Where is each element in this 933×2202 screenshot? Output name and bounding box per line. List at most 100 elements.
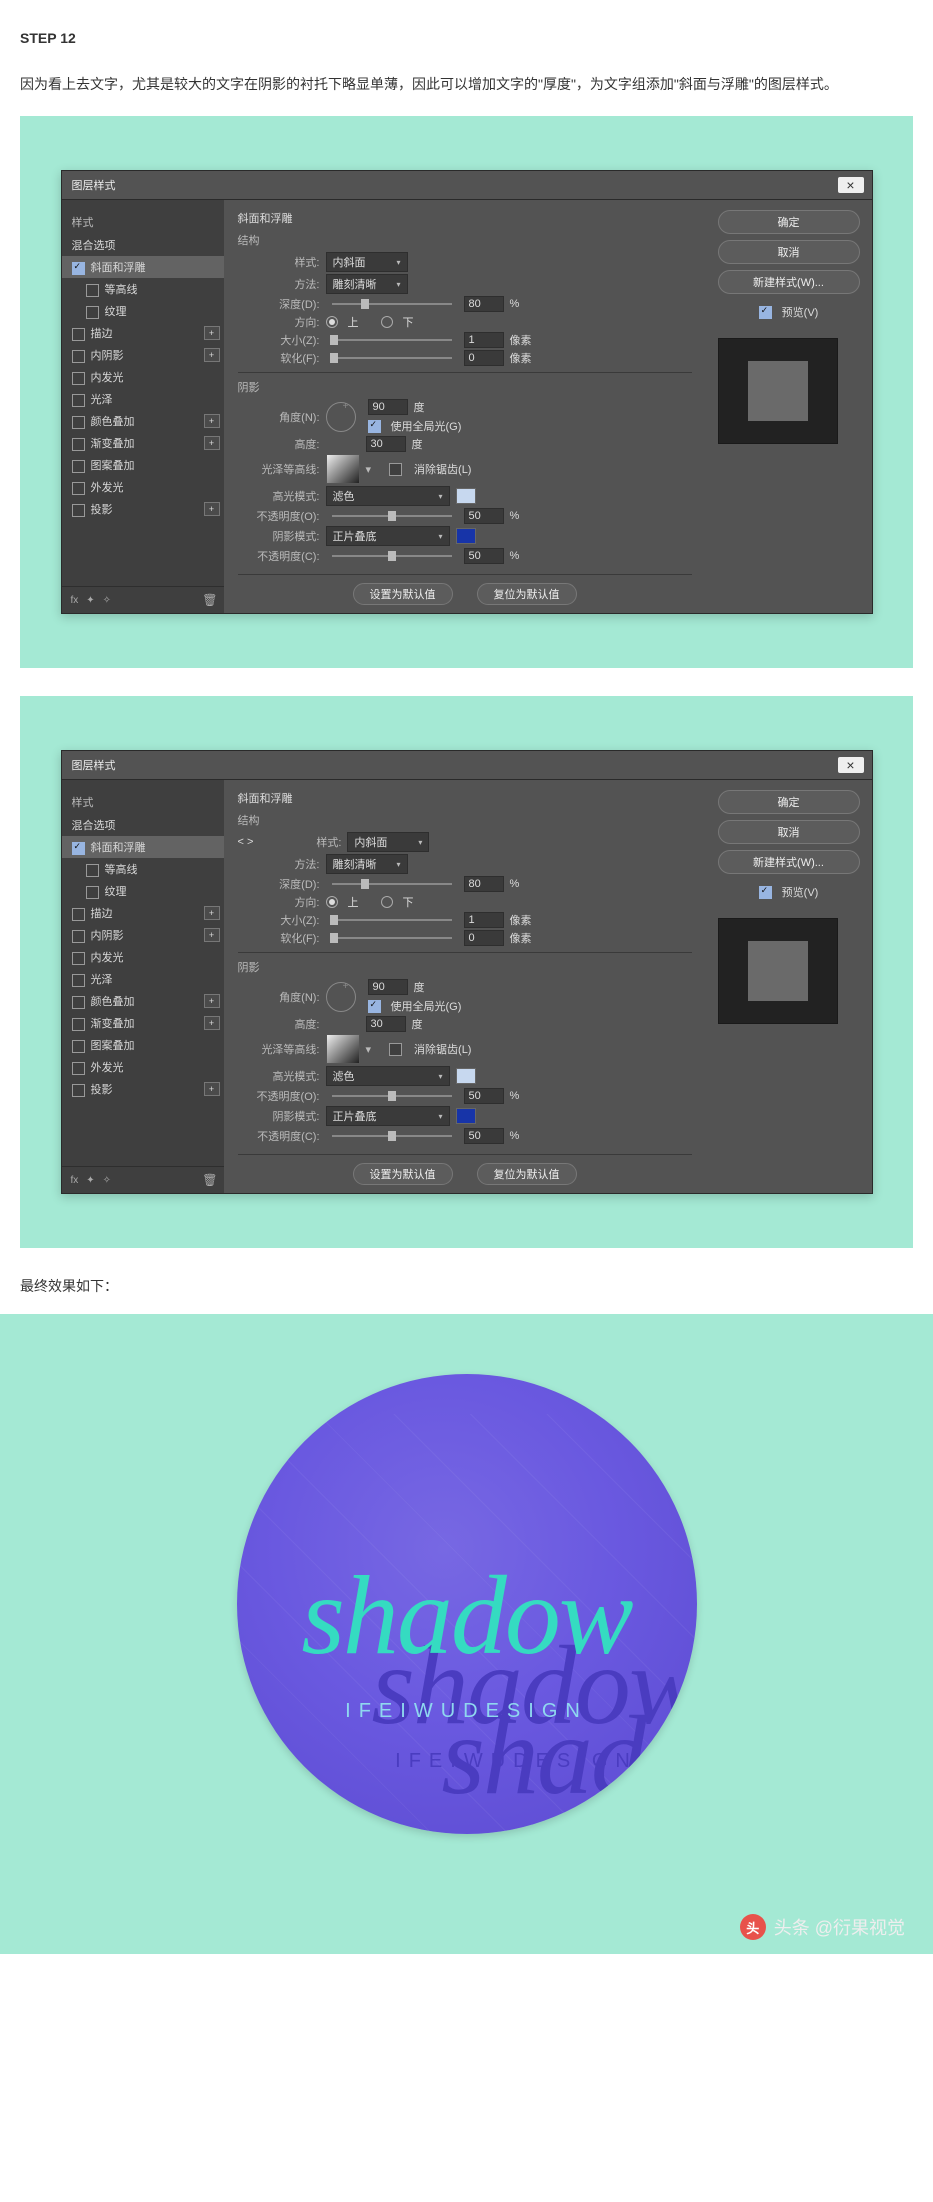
style-dropdown[interactable]: 内斜面▾ (326, 252, 408, 272)
size-slider[interactable] (332, 339, 452, 341)
sidebar-gradient-overlay[interactable]: 渐变叠加+ (62, 1012, 224, 1034)
new-style-button[interactable]: 新建样式(W)... (718, 270, 860, 294)
direction-up-radio[interactable] (326, 316, 338, 328)
sidebar-inner-shadow[interactable]: 内阴影+ (62, 344, 224, 366)
fx-toggles[interactable]: fx✦✧ (68, 1175, 115, 1186)
angle-dial[interactable] (326, 402, 356, 432)
plus-icon[interactable]: + (204, 1016, 220, 1030)
fx-toggles[interactable]: fx✦✧ (68, 595, 115, 606)
make-default-button[interactable]: 设置为默认值 (353, 583, 453, 605)
highlight-opacity-slider[interactable] (332, 1095, 452, 1097)
ok-button[interactable]: 确定 (718, 790, 860, 814)
shadow-mode-dropdown[interactable]: 正片叠底▾ (326, 1106, 450, 1126)
trash-icon[interactable]: 🗑 (202, 1173, 217, 1187)
highlight-color-swatch[interactable] (456, 488, 476, 504)
highlight-opacity-input[interactable]: 50 (464, 1088, 504, 1104)
size-slider[interactable] (332, 919, 452, 921)
sidebar-outer-glow[interactable]: 外发光 (62, 1056, 224, 1078)
ok-button[interactable]: 确定 (718, 210, 860, 234)
shadow-mode-dropdown[interactable]: 正片叠底▾ (326, 526, 450, 546)
plus-icon[interactable]: + (204, 414, 220, 428)
new-style-button[interactable]: 新建样式(W)... (718, 850, 860, 874)
highlight-opacity-slider[interactable] (332, 515, 452, 517)
plus-icon[interactable]: + (204, 928, 220, 942)
sidebar-contour[interactable]: 等高线 (62, 858, 224, 880)
plus-icon[interactable]: + (204, 326, 220, 340)
sidebar-stroke[interactable]: 描边+ (62, 322, 224, 344)
direction-down-radio[interactable] (381, 896, 393, 908)
soften-slider[interactable] (332, 357, 452, 359)
sidebar-styles-header[interactable]: 样式 (62, 790, 224, 814)
depth-slider[interactable] (332, 883, 452, 885)
direction-up-radio[interactable] (326, 896, 338, 908)
preview-checkbox[interactable] (759, 306, 772, 319)
sidebar-blend-options[interactable]: 混合选项 (62, 814, 224, 836)
depth-slider[interactable] (332, 303, 452, 305)
style-dropdown[interactable]: 内斜面▾ (347, 832, 429, 852)
global-light-checkbox[interactable] (368, 1000, 381, 1013)
plus-icon[interactable]: + (204, 906, 220, 920)
cancel-button[interactable]: 取消 (718, 820, 860, 844)
sidebar-color-overlay[interactable]: 颜色叠加+ (62, 410, 224, 432)
method-dropdown[interactable]: 雕刻清晰▾ (326, 274, 408, 294)
angle-input[interactable]: 90 (368, 979, 408, 995)
size-input[interactable]: 1 (464, 332, 504, 348)
antialias-checkbox[interactable] (389, 1043, 402, 1056)
soften-input[interactable]: 0 (464, 930, 504, 946)
shadow-opacity-input[interactable]: 50 (464, 1128, 504, 1144)
shadow-opacity-input[interactable]: 50 (464, 548, 504, 564)
plus-icon[interactable]: + (204, 1082, 220, 1096)
shadow-color-swatch[interactable] (456, 528, 476, 544)
sidebar-styles-header[interactable]: 样式 (62, 210, 224, 234)
trash-icon[interactable]: 🗑 (202, 593, 217, 607)
size-input[interactable]: 1 (464, 912, 504, 928)
sidebar-texture[interactable]: 纹理 (62, 880, 224, 902)
method-dropdown[interactable]: 雕刻清晰▾ (326, 854, 408, 874)
angle-dial[interactable] (326, 982, 356, 1012)
sidebar-pattern-overlay[interactable]: 图案叠加 (62, 454, 224, 476)
sidebar-gradient-overlay[interactable]: 渐变叠加+ (62, 432, 224, 454)
highlight-mode-dropdown[interactable]: 滤色▾ (326, 486, 450, 506)
highlight-opacity-input[interactable]: 50 (464, 508, 504, 524)
depth-input[interactable]: 80 (464, 296, 504, 312)
close-icon[interactable]: × (838, 757, 864, 773)
antialias-checkbox[interactable] (389, 463, 402, 476)
sidebar-inner-shadow[interactable]: 内阴影+ (62, 924, 224, 946)
highlight-mode-dropdown[interactable]: 滤色▾ (326, 1066, 450, 1086)
gloss-contour-picker[interactable] (326, 1034, 360, 1064)
sidebar-pattern-overlay[interactable]: 图案叠加 (62, 1034, 224, 1056)
depth-input[interactable]: 80 (464, 876, 504, 892)
sidebar-contour[interactable]: 等高线 (62, 278, 224, 300)
altitude-input[interactable]: 30 (366, 1016, 406, 1032)
angle-input[interactable]: 90 (368, 399, 408, 415)
sidebar-satin[interactable]: 光泽 (62, 388, 224, 410)
reset-default-button[interactable]: 复位为默认值 (477, 1163, 577, 1185)
close-icon[interactable]: × (838, 177, 864, 193)
cancel-button[interactable]: 取消 (718, 240, 860, 264)
sidebar-satin[interactable]: 光泽 (62, 968, 224, 990)
sidebar-texture[interactable]: 纹理 (62, 300, 224, 322)
sidebar-color-overlay[interactable]: 颜色叠加+ (62, 990, 224, 1012)
altitude-input[interactable]: 30 (366, 436, 406, 452)
sidebar-drop-shadow[interactable]: 投影+ (62, 498, 224, 520)
sidebar-drop-shadow[interactable]: 投影+ (62, 1078, 224, 1100)
shadow-opacity-slider[interactable] (332, 1135, 452, 1137)
sidebar-bevel-emboss[interactable]: 斜面和浮雕 (62, 256, 224, 278)
highlight-color-swatch[interactable] (456, 1068, 476, 1084)
reset-default-button[interactable]: 复位为默认值 (477, 583, 577, 605)
shadow-color-swatch[interactable] (456, 1108, 476, 1124)
soften-input[interactable]: 0 (464, 350, 504, 366)
plus-icon[interactable]: + (204, 436, 220, 450)
sidebar-bevel-emboss[interactable]: 斜面和浮雕 (62, 836, 224, 858)
shadow-opacity-slider[interactable] (332, 555, 452, 557)
sidebar-inner-glow[interactable]: 内发光 (62, 366, 224, 388)
make-default-button[interactable]: 设置为默认值 (353, 1163, 453, 1185)
sidebar-inner-glow[interactable]: 内发光 (62, 946, 224, 968)
soften-slider[interactable] (332, 937, 452, 939)
plus-icon[interactable]: + (204, 502, 220, 516)
sidebar-stroke[interactable]: 描边+ (62, 902, 224, 924)
gloss-contour-picker[interactable] (326, 454, 360, 484)
plus-icon[interactable]: + (204, 994, 220, 1008)
plus-icon[interactable]: + (204, 348, 220, 362)
global-light-checkbox[interactable] (368, 420, 381, 433)
